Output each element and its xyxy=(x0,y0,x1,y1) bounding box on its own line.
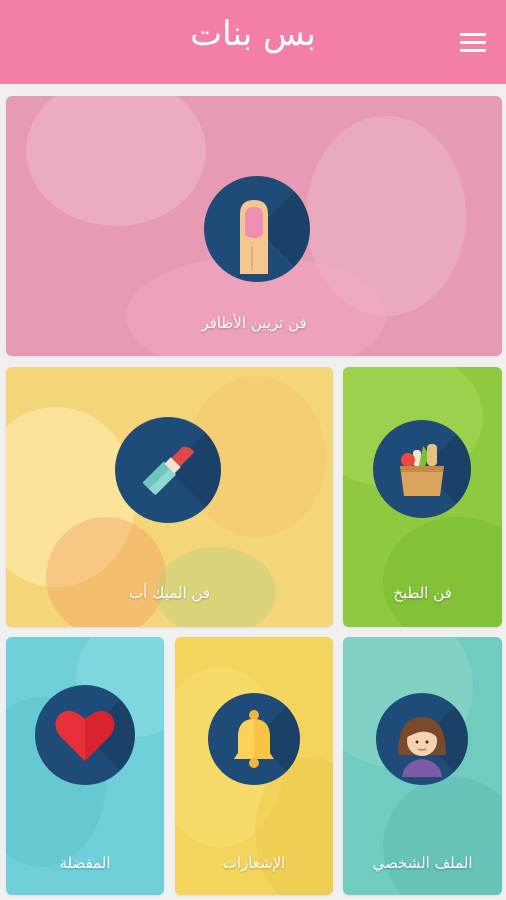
tile-makeup-label: فن الميك أب xyxy=(129,584,210,602)
menu-icon[interactable] xyxy=(460,33,486,53)
lipstick-icon xyxy=(115,417,221,523)
tile-favorites[interactable]: المفضلة xyxy=(6,637,164,895)
heart-icon xyxy=(35,685,135,785)
tile-makeup[interactable]: فن الميك أب xyxy=(6,367,333,627)
app-title: بس بنات xyxy=(190,14,316,54)
app-bar: بس بنات xyxy=(0,0,506,84)
tile-profile-label: الملف الشخصي xyxy=(372,854,473,872)
tile-profile[interactable]: الملف الشخصي xyxy=(343,637,502,895)
tile-cooking[interactable]: فن الطبخ xyxy=(343,367,502,627)
tile-notifications[interactable]: الإشعارات xyxy=(175,637,333,895)
tile-cooking-label: فن الطبخ xyxy=(393,584,452,602)
tile-nail-art-label: فن تزيين الأظافر xyxy=(201,314,307,332)
tile-notifications-label: الإشعارات xyxy=(222,854,286,872)
avatar-icon xyxy=(376,693,468,785)
tile-favorites-label: المفضلة xyxy=(59,854,111,872)
grocery-bag-icon xyxy=(373,420,471,518)
tile-nail-art[interactable]: فن تزيين الأظافر xyxy=(6,96,502,356)
nail-icon xyxy=(204,176,310,282)
bell-icon xyxy=(208,693,300,785)
